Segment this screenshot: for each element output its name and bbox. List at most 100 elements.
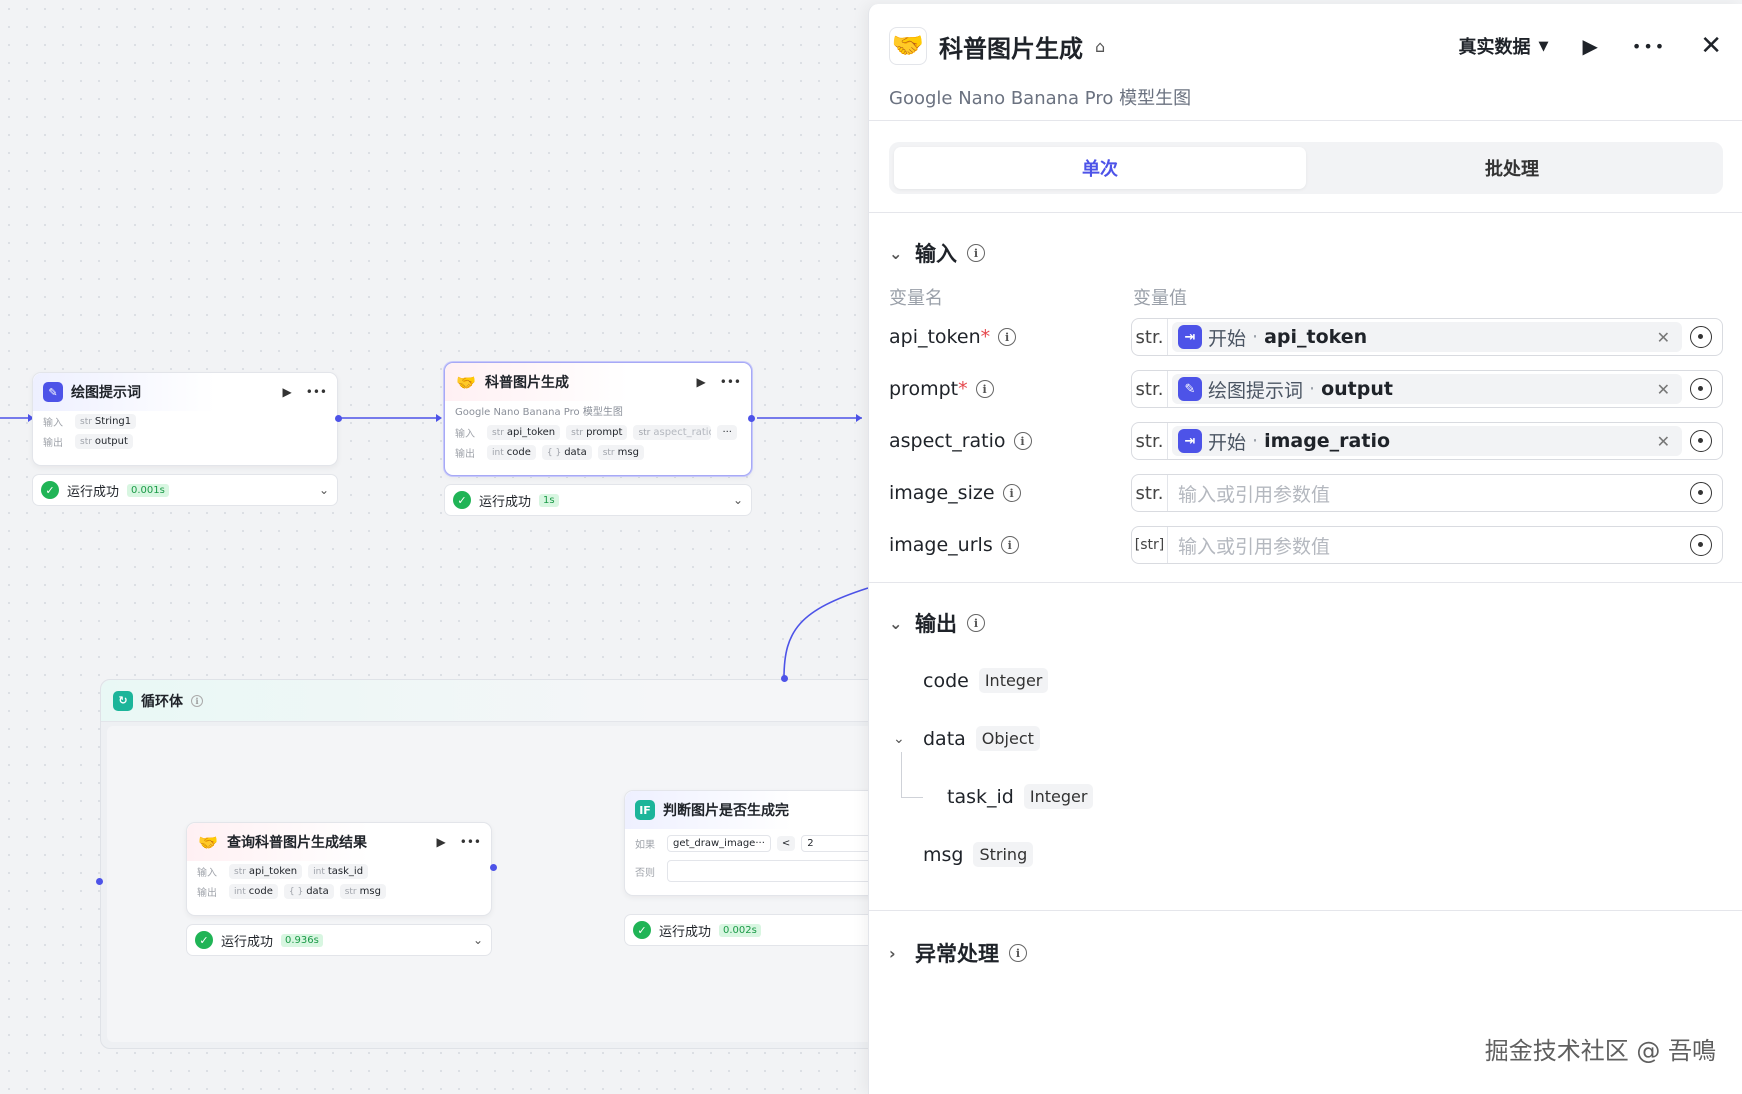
variable-picker-icon[interactable] bbox=[1690, 326, 1712, 348]
info-icon[interactable]: i bbox=[191, 694, 203, 707]
node-output-row: 输出 int code { } data str msg bbox=[445, 442, 751, 462]
success-check-icon: ✓ bbox=[195, 931, 213, 949]
start-node-icon: ⇥ bbox=[1178, 429, 1202, 453]
reference-tag[interactable]: ⇥ 开始 · image_ratio ✕ bbox=[1172, 426, 1682, 456]
chevron-down-icon[interactable]: ⌄ bbox=[473, 933, 483, 947]
column-name-label: 变量名 bbox=[889, 288, 943, 309]
loop-title: 循环体 bbox=[141, 693, 183, 710]
loop-inner-port[interactable] bbox=[96, 878, 103, 885]
info-icon[interactable]: i bbox=[1002, 484, 1021, 502]
loop-header: ↻ 循环体 i bbox=[101, 680, 899, 722]
more-params-icon[interactable]: ··· bbox=[717, 424, 737, 440]
chevron-down-icon[interactable]: ⌄ bbox=[889, 244, 905, 263]
loop-icon: ↻ bbox=[113, 690, 133, 711]
status-text: 运行成功 bbox=[479, 494, 532, 510]
variable-picker-icon[interactable] bbox=[1690, 378, 1712, 400]
chevron-down-icon[interactable]: ⌄ bbox=[319, 483, 329, 497]
node-science-image[interactable]: 🤝 科普图片生成 ▶ ••• Google Nano Banana Pro 模型… bbox=[444, 362, 752, 476]
run-time-badge: 0.002s bbox=[719, 923, 761, 937]
info-icon[interactable]: i bbox=[998, 328, 1017, 346]
watermark: 掘金技术社区 @ 吾鳴 bbox=[1484, 1037, 1716, 1065]
node-if-condition[interactable]: IF 判断图片是否生成完 如果 get_draw_image··· < 2 否则 bbox=[624, 790, 904, 896]
else-input[interactable] bbox=[667, 860, 877, 882]
play-icon[interactable]: ▶ bbox=[283, 385, 292, 399]
param-chip: str prompt bbox=[566, 424, 628, 440]
param-chip: str api_token bbox=[229, 863, 303, 879]
handshake-icon: 🤝 bbox=[456, 372, 476, 392]
node-draw-prompt[interactable]: ✎ 绘图提示词 ▶ ••• 输入 str String1 输出 str output bbox=[32, 372, 338, 466]
edit-icon[interactable]: ⌂ bbox=[1095, 37, 1105, 56]
output-section-header[interactable]: ⌄ 输出 i bbox=[889, 608, 985, 638]
run-button[interactable]: ▶ bbox=[1583, 34, 1598, 58]
start-node-icon: ⇥ bbox=[1178, 325, 1202, 349]
run-status-bar[interactable]: ✓ 运行成功 0.001s ⌄ bbox=[32, 474, 338, 506]
condition-left[interactable]: get_draw_image··· bbox=[667, 834, 771, 852]
output-field-code: code Integer bbox=[923, 668, 1049, 693]
more-icon[interactable]: ••• bbox=[720, 375, 741, 389]
node-input-row: 输入 str String1 bbox=[33, 411, 337, 431]
input-name-prompt: prompt* i bbox=[889, 378, 994, 400]
more-icon[interactable]: ••• bbox=[460, 835, 481, 849]
clear-icon[interactable]: ✕ bbox=[1657, 328, 1676, 347]
variable-picker-icon[interactable] bbox=[1690, 534, 1712, 556]
more-icon[interactable]: ••• bbox=[306, 385, 327, 399]
input-section-header[interactable]: ⌄ 输入 i bbox=[889, 238, 985, 268]
loop-port[interactable] bbox=[781, 675, 788, 682]
chevron-down-icon[interactable]: ⌄ bbox=[733, 493, 743, 507]
variable-picker-icon[interactable] bbox=[1690, 482, 1712, 504]
node-query-result[interactable]: 🤝 查询科普图片生成结果 ▶ ••• 输入 str api_token int ta… bbox=[186, 822, 492, 916]
reference-tag[interactable]: ⇥ 开始 · api_token ✕ bbox=[1172, 322, 1682, 352]
panel-description: Google Nano Banana Pro 模型生图 bbox=[889, 88, 1192, 109]
prompt-node-icon: ✎ bbox=[43, 382, 63, 402]
play-icon[interactable]: ▶ bbox=[697, 375, 706, 389]
input-placeholder[interactable]: 输入或引用参数值 bbox=[1168, 532, 1682, 559]
run-status-bar[interactable]: ✓ 运行成功 0.936s ⌄ bbox=[186, 924, 492, 956]
type-label: str. bbox=[1132, 423, 1168, 459]
node-config-panel: 🤝 科普图片生成 ⌂ 真实数据 ▼ ▶ ••• ✕ Google Nano Ba… bbox=[868, 4, 1742, 1094]
reference-tag[interactable]: ✎ 绘图提示词 · output ✕ bbox=[1172, 374, 1682, 404]
chevron-right-icon[interactable]: › bbox=[889, 944, 905, 963]
input-value-image-urls[interactable]: [str] 输入或引用参数值 bbox=[1131, 526, 1723, 564]
condition-operator[interactable]: < bbox=[776, 835, 796, 851]
clear-icon[interactable]: ✕ bbox=[1657, 432, 1676, 451]
input-value-aspect-ratio[interactable]: str. ⇥ 开始 · image_ratio ✕ bbox=[1131, 422, 1723, 460]
handshake-icon: 🤝 bbox=[889, 27, 927, 65]
param-chip: str aspect_ratio bbox=[633, 424, 712, 440]
output-port[interactable] bbox=[335, 415, 342, 422]
output-port[interactable] bbox=[490, 864, 497, 871]
param-chip: str msg bbox=[339, 883, 386, 899]
info-icon[interactable]: i bbox=[1000, 536, 1019, 554]
param-chip: { } data bbox=[541, 444, 592, 460]
tab-single[interactable]: 单次 bbox=[894, 147, 1306, 189]
column-value-label: 变量值 bbox=[1133, 288, 1187, 309]
info-icon[interactable]: i bbox=[1009, 944, 1027, 962]
run-time-badge: 1s bbox=[539, 493, 559, 507]
run-status-bar[interactable]: ✓ 运行成功 0.002s bbox=[624, 914, 904, 946]
chevron-down-icon[interactable]: ⌄ bbox=[893, 731, 913, 747]
info-icon[interactable]: i bbox=[975, 380, 994, 398]
if-branch-row: 如果 get_draw_image··· < 2 bbox=[625, 829, 903, 857]
chevron-down-icon[interactable]: ⌄ bbox=[889, 614, 905, 633]
type-chip: Integer bbox=[978, 668, 1049, 693]
input-value-prompt[interactable]: str. ✎ 绘图提示词 · output ✕ bbox=[1131, 370, 1723, 408]
error-handling-section-header[interactable]: › 异常处理 i bbox=[889, 938, 1027, 968]
input-value-api-token[interactable]: str. ⇥ 开始 · api_token ✕ bbox=[1131, 318, 1723, 356]
play-icon[interactable]: ▶ bbox=[437, 835, 446, 849]
info-icon[interactable]: i bbox=[967, 614, 985, 632]
more-icon[interactable]: ••• bbox=[1632, 37, 1666, 56]
input-value-image-size[interactable]: str. 输入或引用参数值 bbox=[1131, 474, 1723, 512]
clear-icon[interactable]: ✕ bbox=[1657, 380, 1676, 399]
type-chip: String bbox=[973, 842, 1034, 867]
variable-picker-icon[interactable] bbox=[1690, 430, 1712, 452]
tab-batch[interactable]: 批处理 bbox=[1306, 147, 1718, 189]
output-port[interactable] bbox=[748, 415, 755, 422]
close-icon[interactable]: ✕ bbox=[1700, 31, 1722, 61]
run-status-bar[interactable]: ✓ 运行成功 1s ⌄ bbox=[444, 484, 752, 516]
info-icon[interactable]: i bbox=[1013, 432, 1032, 450]
info-icon[interactable]: i bbox=[967, 244, 985, 262]
data-mode-select[interactable]: 真实数据 ▼ bbox=[1459, 33, 1549, 59]
success-check-icon: ✓ bbox=[453, 491, 471, 509]
status-text: 运行成功 bbox=[67, 484, 120, 500]
input-placeholder[interactable]: 输入或引用参数值 bbox=[1168, 480, 1682, 507]
type-chip: Object bbox=[975, 726, 1040, 751]
